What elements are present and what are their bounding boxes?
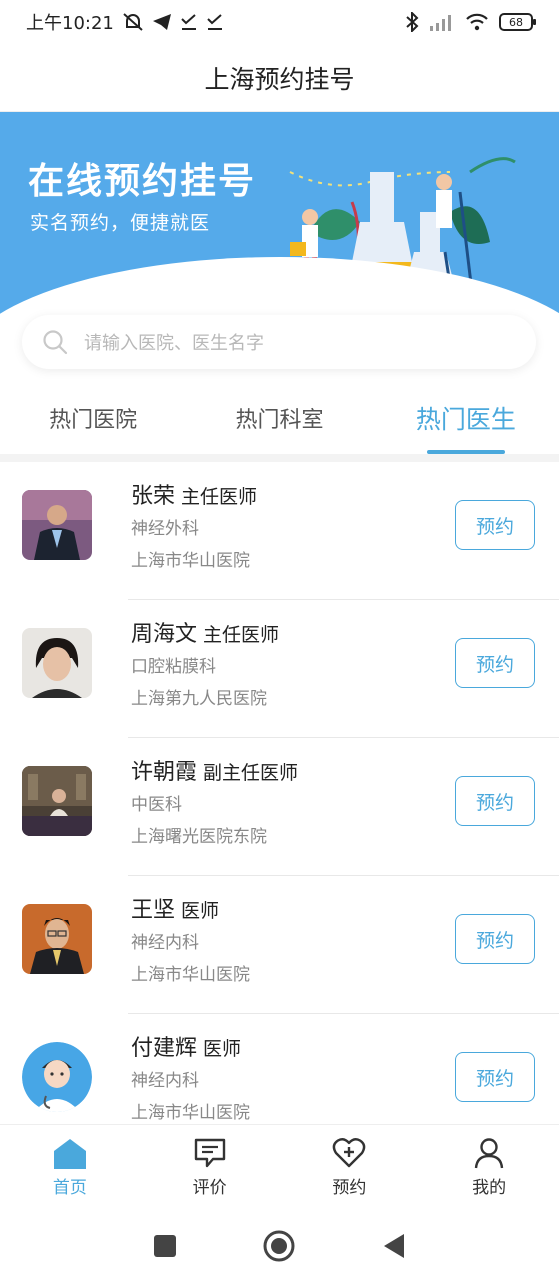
- telegram-icon: [152, 14, 171, 30]
- doctor-department: 神经外科: [131, 519, 199, 539]
- mute-bell-icon: [123, 13, 143, 31]
- home-icon: [53, 1139, 86, 1169]
- doctor-name: 张荣 主任医师: [131, 478, 257, 510]
- doctor-name: 周海文 主任医师: [131, 616, 279, 648]
- category-tabs: 热门医院 热门科室 热门医生: [0, 392, 559, 454]
- nav-label: 我的: [472, 1178, 507, 1198]
- search-bar[interactable]: 请输入医院、医生名字: [22, 315, 536, 369]
- doctor-name-text: 张荣: [131, 484, 176, 509]
- doctor-title: 医师: [181, 900, 220, 922]
- avatar: [22, 904, 92, 974]
- doctor-hospital: 上海市华山医院: [131, 965, 250, 985]
- avatar: [22, 766, 92, 836]
- nav-label: 预约: [332, 1178, 367, 1198]
- comment-icon: [194, 1138, 225, 1168]
- tab-hot-doctors[interactable]: 热门医生: [373, 392, 559, 454]
- banner-subtitle: 实名预约，便捷就医: [30, 212, 211, 234]
- doctor-name: 王坚 医师: [131, 892, 219, 924]
- back-icon[interactable]: [382, 1233, 406, 1259]
- tab-hot-hospitals[interactable]: 热门医院: [0, 392, 186, 454]
- book-button[interactable]: 预约: [455, 500, 535, 550]
- doctor-row[interactable]: 张荣 主任医师 神经外科 上海市华山医院 预约: [0, 462, 559, 600]
- bottom-nav: 首页 评价 预约 我的: [0, 1124, 559, 1212]
- book-button[interactable]: 预约: [455, 1052, 535, 1102]
- book-button[interactable]: 预约: [455, 776, 535, 826]
- doctor-title: 主任医师: [181, 486, 258, 508]
- doctor-title: 副主任医师: [203, 762, 299, 784]
- bluetooth-icon: [406, 12, 419, 32]
- doctor-name-text: 付建辉: [131, 1036, 198, 1061]
- nav-label: 评价: [192, 1178, 227, 1198]
- status-time: 上午10:21: [26, 13, 114, 34]
- nav-reviews[interactable]: 评价: [140, 1125, 280, 1212]
- signal-icon: [430, 15, 451, 31]
- status-left: 上午10:21: [26, 9, 224, 35]
- avatar: [22, 490, 92, 560]
- battery-icon: 68: [499, 13, 536, 31]
- doctor-department: 口腔粘膜科: [131, 657, 216, 677]
- doctor-list[interactable]: 张荣 主任医师 神经外科 上海市华山医院 预约 周海文 主任医师 口腔粘膜科 上海第…: [0, 462, 559, 1124]
- nav-profile[interactable]: 我的: [419, 1125, 559, 1212]
- avatar: [22, 1042, 92, 1112]
- tab-label: 热门医院: [49, 408, 138, 433]
- search-icon: [43, 330, 68, 355]
- nav-label: 首页: [52, 1178, 87, 1198]
- doctor-hospital: 上海曙光医院东院: [131, 827, 267, 847]
- doctor-name: 付建辉 医师: [131, 1030, 241, 1062]
- tab-hot-departments[interactable]: 热门科室: [186, 392, 372, 454]
- doctor-name: 许朝霞 副主任医师: [131, 754, 298, 786]
- doctor-title: 主任医师: [203, 624, 280, 646]
- book-button[interactable]: 预约: [455, 638, 535, 688]
- doctor-department: 神经内科: [131, 933, 199, 953]
- banner-title: 在线预约挂号: [28, 161, 257, 202]
- doctor-name-text: 许朝霞: [131, 760, 198, 785]
- status-right: 68: [405, 12, 536, 32]
- doctor-row[interactable]: 王坚 医师 神经内科 上海市华山医院 预约: [0, 876, 559, 1014]
- home-circle-icon[interactable]: [263, 1230, 295, 1262]
- doctor-title: 医师: [203, 1038, 242, 1060]
- doctor-row[interactable]: 许朝霞 副主任医师 中医科 上海曙光医院东院 预约: [0, 738, 559, 876]
- doctor-name-text: 周海文: [131, 622, 198, 647]
- tab-label: 热门科室: [235, 408, 324, 433]
- recent-apps-icon[interactable]: [153, 1234, 177, 1258]
- wifi-icon: [466, 13, 488, 31]
- nav-appointments[interactable]: 预约: [280, 1125, 420, 1212]
- page-header: 上海预约挂号: [0, 44, 559, 112]
- doctor-cartoon-avatar: [22, 1042, 92, 1112]
- check-download-icon: [207, 14, 222, 30]
- doctor-department: 神经内科: [131, 1071, 199, 1091]
- user-icon: [474, 1138, 504, 1169]
- system-nav-bar: [0, 1212, 559, 1280]
- search-input[interactable]: 请输入医院、医生名字: [84, 329, 264, 355]
- nav-home[interactable]: 首页: [0, 1125, 140, 1212]
- doctor-hospital: 上海市华山医院: [131, 1103, 250, 1123]
- heart-plus-icon: [333, 1138, 366, 1168]
- doctor-name-text: 王坚: [131, 898, 176, 923]
- doctor-row[interactable]: 付建辉 医师 神经内科 上海市华山医院 预约: [0, 1014, 559, 1124]
- doctor-hospital: 上海市华山医院: [131, 551, 250, 571]
- section-separator: [0, 454, 559, 462]
- doctor-department: 中医科: [131, 795, 182, 815]
- doctor-row[interactable]: 周海文 主任医师 口腔粘膜科 上海第九人民医院 预约: [0, 600, 559, 738]
- status-bar: 上午10:21 68: [0, 0, 559, 44]
- check-download-icon: [181, 14, 196, 30]
- tab-label: 热门医生: [415, 405, 516, 434]
- book-button[interactable]: 预约: [455, 914, 535, 964]
- avatar: [22, 628, 92, 698]
- page-title: 上海预约挂号: [204, 64, 355, 94]
- battery-level: 68: [509, 15, 523, 29]
- doctor-hospital: 上海第九人民医院: [131, 689, 267, 709]
- promo-banner[interactable]: 在线预约挂号 实名预约，便捷就医: [0, 112, 559, 317]
